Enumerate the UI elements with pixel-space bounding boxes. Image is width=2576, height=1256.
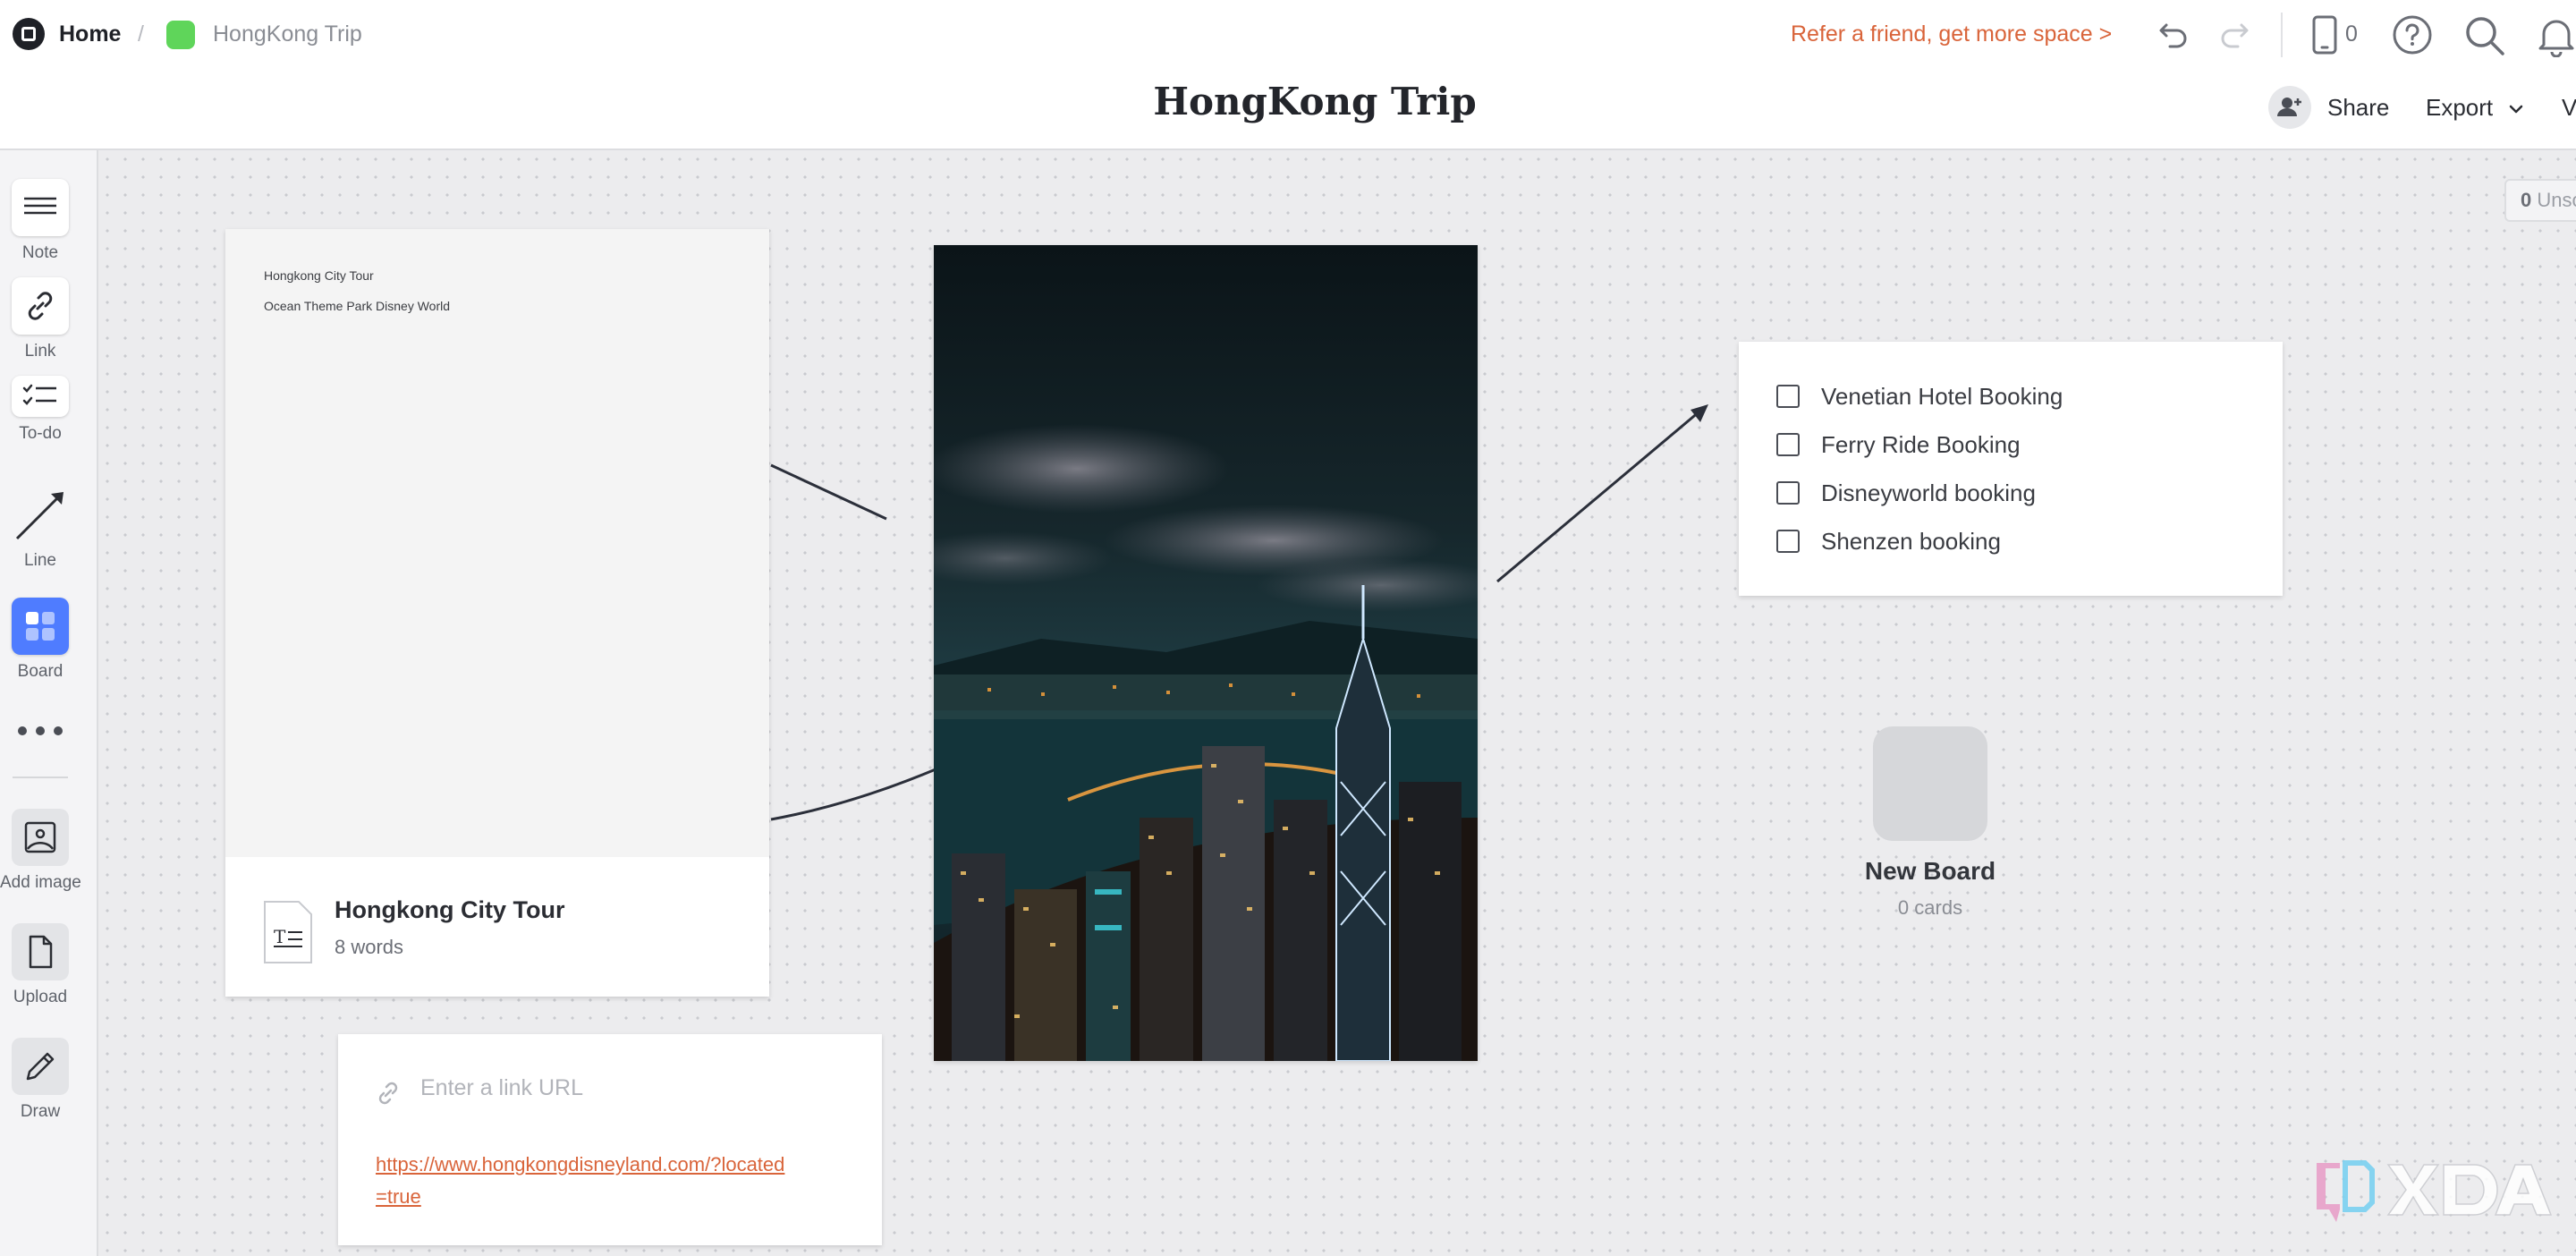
- tool-board[interactable]: Board: [0, 598, 80, 682]
- document-title: Hongkong City Tour: [335, 896, 565, 923]
- tool-todo[interactable]: To-do: [0, 376, 80, 444]
- add-person-icon: [2268, 86, 2311, 129]
- tool-draw[interactable]: Draw: [0, 1038, 80, 1122]
- pencil-icon: [26, 1052, 55, 1081]
- link-url-placeholder: Enter a link URL: [420, 1075, 584, 1100]
- export-label: Export: [2426, 94, 2494, 121]
- new-board-name[interactable]: New Board: [1796, 857, 2064, 886]
- search-icon[interactable]: [2463, 14, 2506, 57]
- toolbar-divider: [2281, 13, 2283, 57]
- unsorted-label: Unsorted: [2537, 189, 2576, 211]
- line-icon: [15, 492, 64, 540]
- notification-bell-icon[interactable]: [2537, 14, 2576, 57]
- undo-icon[interactable]: [2156, 16, 2191, 52]
- link-url-input[interactable]: Enter a link URL: [374, 1070, 848, 1113]
- tool-todo-label: To-do: [19, 424, 62, 443]
- tool-upload[interactable]: Upload: [0, 923, 80, 1007]
- breadcrumb-board[interactable]: HongKong Trip: [213, 18, 362, 50]
- chevron-down-icon: [2510, 105, 2523, 114]
- document-preview: Hongkong City Tour Ocean Theme Park Disn…: [225, 229, 769, 857]
- todo-icon: [22, 384, 56, 405]
- tool-board-label: Board: [17, 662, 64, 681]
- note-icon: [24, 197, 56, 215]
- unsorted-count: 0: [2521, 189, 2532, 211]
- more-tools-icon[interactable]: [13, 719, 68, 743]
- tool-line[interactable]: Line: [0, 487, 80, 571]
- unsorted-counter[interactable]: 0 Unsorted: [2504, 179, 2576, 222]
- file-icon: [29, 935, 53, 969]
- link-icon: [28, 292, 53, 320]
- document-word-count: 8 words: [335, 936, 404, 958]
- image-card[interactable]: [934, 245, 1478, 1061]
- tool-link[interactable]: Link: [0, 277, 80, 361]
- breadcrumb-separator: /: [138, 21, 144, 47]
- board-icon: [26, 612, 55, 641]
- image-icon: [24, 821, 56, 853]
- document-preview-line: Ocean Theme Park Disney World: [264, 299, 451, 313]
- redo-icon[interactable]: [2216, 16, 2252, 52]
- tool-add-image-label: Add image: [0, 873, 81, 892]
- tool-sidebar: Note Link To-do Line Board Add image Upl…: [0, 150, 98, 1256]
- link-icon: [378, 1082, 398, 1105]
- xda-watermark-logo: [2317, 1160, 2553, 1222]
- todo-item-text: Disneyworld booking: [1821, 479, 2036, 506]
- export-button[interactable]: Export: [2426, 91, 2526, 123]
- text-document-icon: T: [264, 901, 312, 963]
- todo-checkbox[interactable]: [1776, 481, 1800, 505]
- todo-item-text: Ferry Ride Booking: [1821, 431, 2021, 458]
- document-footer: T Hongkong City Tour 8 words: [225, 857, 769, 997]
- breadcrumb-home[interactable]: Home: [59, 18, 121, 50]
- tool-note-label: Note: [21, 243, 59, 262]
- mobile-device-icon[interactable]: [2311, 14, 2338, 55]
- document-card[interactable]: Hongkong City Tour Ocean Theme Park Disn…: [225, 229, 769, 997]
- tool-note[interactable]: Note: [0, 179, 80, 263]
- document-preview-line: Hongkong City Tour: [264, 268, 374, 283]
- tool-add-image[interactable]: Add image: [0, 809, 81, 893]
- todo-checkbox[interactable]: [1776, 433, 1800, 456]
- todo-checkbox[interactable]: [1776, 530, 1800, 553]
- app-logo-icon[interactable]: [13, 18, 45, 50]
- top-bar: Home / HongKong Trip Refer a friend, get…: [0, 0, 2576, 150]
- link-url[interactable]: https://www.hongkongdisneyland.com/?loca…: [376, 1149, 796, 1213]
- tool-upload-label: Upload: [13, 988, 68, 1006]
- todo-item-text: Shenzen booking: [1821, 528, 2001, 555]
- refer-friend-link[interactable]: Refer a friend, get more space >: [1791, 18, 2112, 50]
- help-icon[interactable]: [2392, 14, 2433, 55]
- svg-text:T: T: [274, 926, 286, 947]
- tool-line-label: Line: [24, 551, 56, 570]
- link-card: Enter a link URL https://www.hongkongdis…: [338, 1034, 882, 1245]
- todo-card: Venetian Hotel Booking Ferry Ride Bookin…: [1739, 342, 2283, 596]
- view-button[interactable]: V: [2562, 91, 2576, 123]
- hongkong-skyline-photo: [934, 245, 1478, 1061]
- new-board-card-count: 0 cards: [1897, 896, 1963, 919]
- sidebar-divider: [13, 777, 68, 778]
- todo-checkbox[interactable]: [1776, 385, 1800, 408]
- board-color-swatch: [166, 21, 195, 49]
- todo-item-text: Venetian Hotel Booking: [1821, 383, 2063, 410]
- page-title[interactable]: HongKong Trip: [984, 75, 1646, 129]
- device-count: 0: [2345, 21, 2358, 47]
- tool-draw-label: Draw: [20, 1102, 61, 1121]
- new-board-tile[interactable]: [1873, 726, 1987, 841]
- tool-link-label: Link: [24, 342, 56, 361]
- share-label: Share: [2327, 94, 2390, 121]
